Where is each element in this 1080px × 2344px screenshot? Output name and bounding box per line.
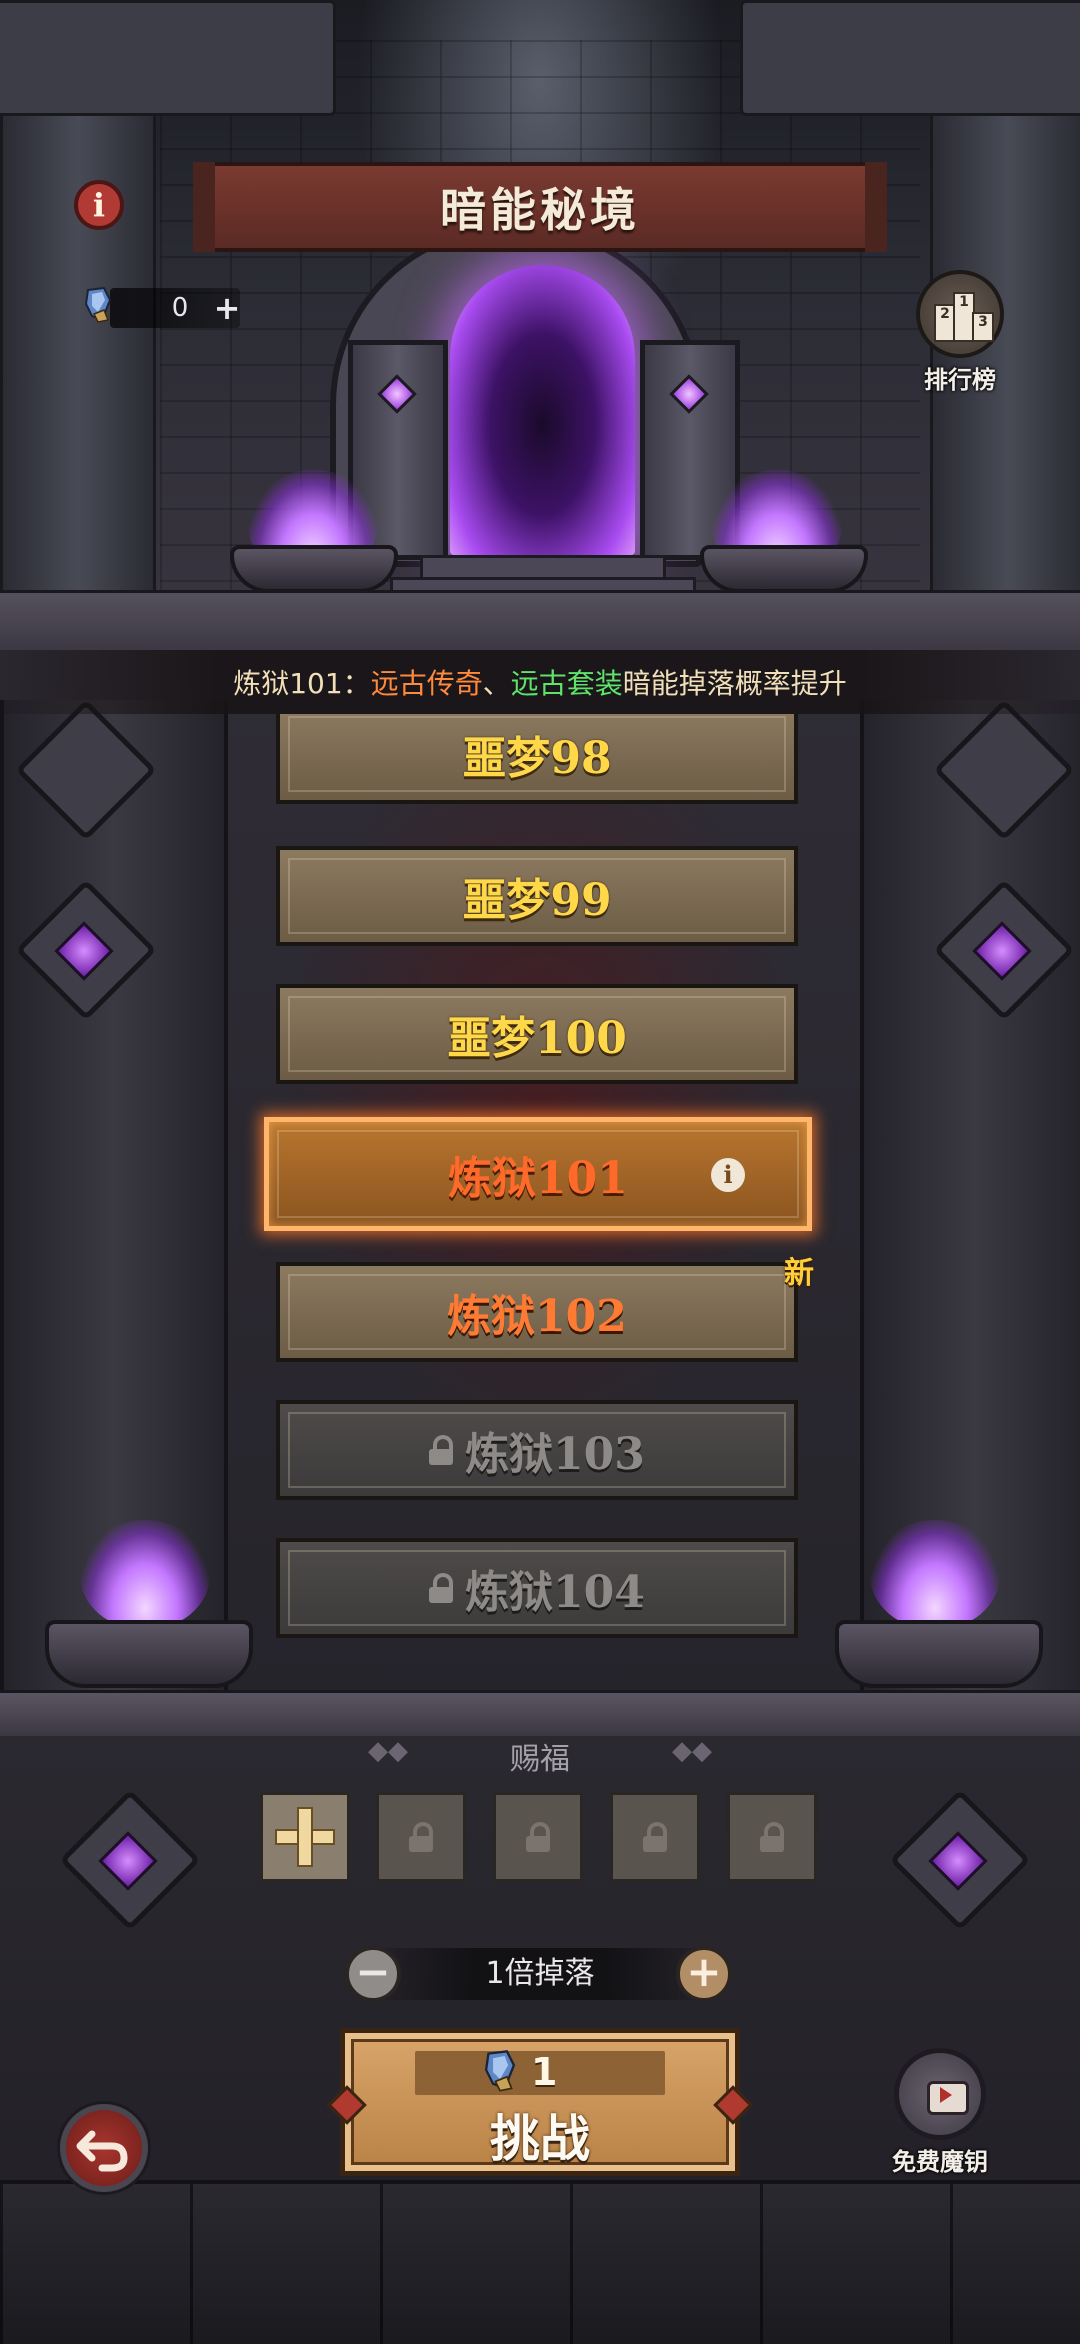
lock-icon: [409, 1822, 433, 1852]
level-item-inferno-102[interactable]: 炼狱102: [276, 1262, 798, 1362]
info-button[interactable]: i: [74, 180, 124, 230]
level-label: 噩梦98: [462, 733, 612, 784]
level-label: 炼狱102: [447, 1291, 627, 1342]
blessing-deco-left: ◆◆: [368, 1736, 408, 1766]
page-title: 暗能秘境: [440, 183, 640, 237]
minus-icon: −: [355, 1947, 391, 1996]
increase-multiplier-button[interactable]: +: [676, 1946, 732, 2002]
podium-third: 3: [972, 312, 994, 342]
play-icon: [927, 2081, 969, 2115]
leaderboard-label: 排行榜: [924, 366, 996, 394]
add-key-icon[interactable]: +: [212, 290, 242, 326]
level-item-inferno-101-selected[interactable]: 炼狱101 i: [264, 1117, 812, 1231]
blessing-slot-locked: [493, 1792, 583, 1882]
blessing-slot-locked: [376, 1792, 466, 1882]
lock-icon: [643, 1822, 667, 1852]
level-item-nightmare-100[interactable]: 噩梦100: [276, 984, 798, 1084]
level-list[interactable]: 噩梦98 噩梦99 噩梦100 炼狱101 i 炼狱102 炼狱103 炼狱10…: [0, 714, 1080, 1674]
right-pillar-cap: [740, 0, 1080, 116]
announcement-item-ancient-legend: 远古传奇: [370, 667, 483, 700]
back-arrow-icon: [76, 2130, 128, 2172]
free-key-label: 免费魔钥: [892, 2148, 988, 2176]
title-banner: 暗能秘境: [193, 162, 887, 252]
drop-multiplier-label: 1倍掉落: [485, 1956, 595, 1991]
key-count: 0: [171, 293, 189, 323]
announcement-separator: 、: [482, 667, 511, 700]
left-pillar: [0, 80, 156, 600]
new-badge: 新: [784, 1256, 814, 1291]
level-label: 炼狱104: [465, 1567, 645, 1618]
drop-rate-announcement: 炼狱101： 远古传奇 、 远古套装 暗能掉落概率提升: [0, 650, 1080, 714]
back-button[interactable]: [60, 2104, 148, 2192]
free-key-button[interactable]: 免费魔钥: [880, 2048, 1000, 2178]
blessing-title: 赐福: [510, 1742, 570, 1777]
dark-portal: [450, 265, 635, 555]
level-label: 炼狱103: [465, 1429, 645, 1480]
magic-key-icon: [84, 286, 112, 323]
announcement-item-ancient-set: 远古套装: [510, 667, 623, 700]
lock-icon: [429, 1435, 454, 1465]
lock-icon: [429, 1573, 454, 1603]
challenge-label: 挑战: [490, 2109, 590, 2168]
level-item-nightmare-99[interactable]: 噩梦99: [276, 846, 798, 946]
upper-floor-ledge: [0, 590, 1080, 656]
left-pillar-cap: [0, 0, 336, 116]
lock-icon: [526, 1822, 550, 1852]
challenge-button[interactable]: 1 挑战: [327, 2028, 753, 2176]
announcement-suffix: 暗能掉落概率提升: [622, 667, 847, 700]
blessing-slot-add[interactable]: [260, 1792, 350, 1882]
level-item-inferno-104-locked[interactable]: 炼狱104: [276, 1538, 798, 1638]
floor-tiles: [0, 2180, 1080, 2344]
lock-icon: [760, 1822, 784, 1852]
leaderboard-button[interactable]: 2 1 3 排行榜: [900, 270, 1020, 400]
blessing-slot-locked: [727, 1792, 817, 1882]
blessing-slot-locked: [610, 1792, 700, 1882]
blessing-deco-right: ◆◆: [672, 1736, 712, 1766]
brazier-right: [700, 545, 868, 593]
video-ad-icon: [894, 2048, 986, 2140]
magic-key-icon: [484, 2050, 516, 2092]
level-info-icon[interactable]: i: [711, 1158, 745, 1192]
level-item-nightmare-98[interactable]: 噩梦98: [276, 714, 798, 804]
level-label: 噩梦100: [447, 1013, 627, 1064]
challenge-cost: 1: [531, 2050, 558, 2094]
level-label: 炼狱101: [448, 1153, 628, 1204]
level-item-inferno-103-locked[interactable]: 炼狱103: [276, 1400, 798, 1500]
brazier-left: [230, 545, 398, 593]
announcement-prefix: 炼狱101：: [233, 667, 371, 700]
info-icon: i: [92, 186, 106, 224]
decrease-multiplier-button[interactable]: −: [345, 1946, 401, 2002]
level-label: 噩梦99: [462, 875, 612, 926]
plus-icon: +: [686, 1947, 722, 1996]
podium-icon: 2 1 3: [916, 270, 1004, 358]
